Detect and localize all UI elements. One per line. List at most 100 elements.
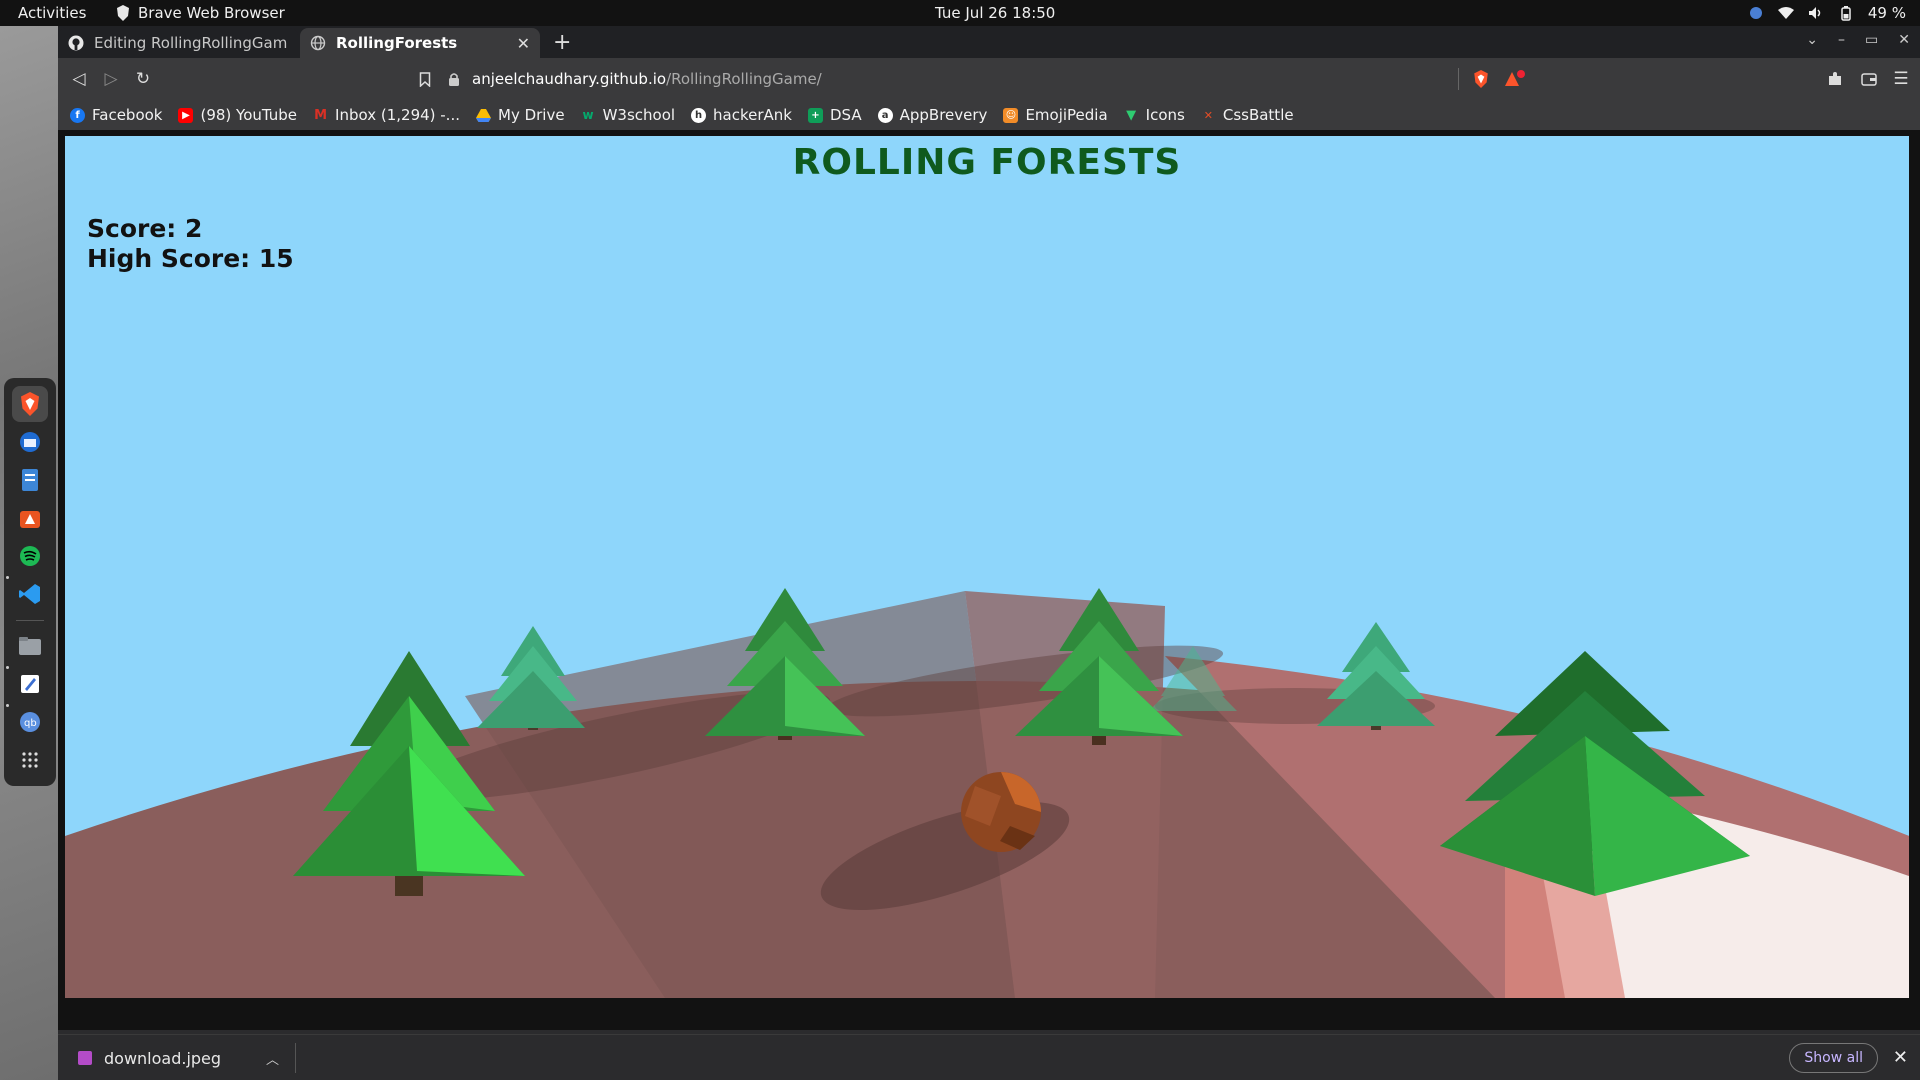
dock-running-dot — [6, 666, 9, 669]
download-filename: download.jpeg — [104, 1048, 222, 1068]
bookmark-drive[interactable]: My Drive — [476, 106, 565, 124]
cssbattle-icon: ✕ — [1203, 108, 1213, 122]
bookmark-icons[interactable]: ▼ Icons — [1124, 106, 1185, 124]
back-button[interactable]: ◁ — [68, 68, 90, 90]
tab-title: RollingForests — [336, 34, 458, 52]
wifi-icon[interactable] — [1777, 5, 1794, 21]
bookmark-label: W3school — [602, 106, 676, 124]
w3school-icon: w — [582, 108, 594, 122]
desktop-background: qb — [0, 26, 58, 1080]
drive-icon — [476, 108, 491, 122]
bookmark-label: hackerAnk — [713, 106, 792, 124]
window-controls: ⌄ – ▭ ✕ — [1806, 32, 1910, 48]
bookmark-appbrewery[interactable]: a AppBrevery — [877, 106, 987, 124]
url-path: /RollingRollingGame/ — [666, 70, 822, 88]
dock-software-icon[interactable] — [12, 500, 48, 536]
game-canvas[interactable]: ROLLING FORESTS Score: 2 High Score: 15 — [65, 136, 1909, 998]
forward-button[interactable]: ▷ — [100, 68, 122, 90]
facebook-icon: f — [70, 107, 85, 123]
github-icon — [68, 35, 84, 51]
address-bar[interactable]: anjeelchaudhary.github.io /RollingRollin… — [448, 64, 1528, 94]
globe-icon — [310, 35, 326, 51]
icons-icon: ▼ — [1126, 107, 1137, 123]
rolling-ball — [961, 772, 1041, 852]
sheets-icon: + — [808, 107, 823, 123]
battery-percent: 49 % — [1867, 4, 1906, 22]
gmail-icon: M — [314, 107, 328, 123]
dock-qbittorrent-icon[interactable]: qb — [12, 704, 48, 740]
image-file-icon — [78, 1051, 92, 1065]
dock-show-apps-icon[interactable] — [12, 742, 48, 778]
new-tab-button[interactable]: + — [553, 30, 571, 55]
tab-title: Editing RollingRollingGame/R — [94, 34, 288, 52]
score-panel: Score: 2 High Score: 15 — [87, 214, 294, 274]
bookmark-icon[interactable] — [414, 68, 436, 90]
lock-icon[interactable] — [448, 72, 460, 86]
youtube-icon: ▶ — [178, 107, 194, 123]
clock[interactable]: Tue Jul 26 18:50 — [935, 4, 1055, 22]
app-name-label: Brave Web Browser — [138, 4, 285, 22]
tab-search-chevron-icon[interactable]: ⌄ — [1806, 32, 1818, 48]
show-all-button[interactable]: Show all — [1789, 1043, 1878, 1073]
game-title: ROLLING FORESTS — [792, 142, 1182, 183]
game-scene — [65, 588, 1909, 998]
dock-thunderbird-icon[interactable] — [12, 424, 48, 460]
bookmark-w3school[interactable]: w W3school — [581, 106, 676, 124]
system-top-bar: Activities Brave Web Browser Tue Jul 26 … — [0, 0, 1920, 26]
dock-files-icon[interactable] — [12, 628, 48, 664]
bookmark-facebook[interactable]: f Facebook — [70, 106, 162, 124]
bookmark-label: EmojiPedia — [1025, 106, 1108, 124]
svg-text:qb: qb — [24, 718, 37, 729]
tab-rolling-forests[interactable]: RollingForests ✕ — [300, 28, 540, 58]
qbittorrent-tray-icon[interactable] — [1748, 5, 1764, 21]
bookmarks-bar: f Facebook ▶ (98) YouTube M Inbox (1,294) -… — [58, 100, 1920, 130]
menu-icon[interactable]: ☰ — [1890, 68, 1912, 90]
brave-shields-icon[interactable] — [1470, 68, 1492, 90]
tree-back-right — [1317, 622, 1435, 730]
system-tray[interactable]: 49 % — [1748, 4, 1906, 22]
brave-rewards-icon[interactable] — [1504, 68, 1526, 90]
dock-vscode-icon[interactable] — [12, 576, 48, 612]
close-window-button[interactable]: ✕ — [1898, 32, 1910, 48]
dock: qb — [4, 378, 56, 786]
dock-writer-icon[interactable] — [12, 462, 48, 498]
activities-button[interactable]: Activities — [18, 4, 86, 22]
appbrewery-icon: a — [877, 107, 893, 123]
bookmark-cssbattle[interactable]: ✕ CssBattle — [1201, 106, 1294, 124]
bookmark-hackerrank[interactable]: h hackerAnk — [691, 106, 792, 124]
tab-editing-rolling-game[interactable]: Editing RollingRollingGame/R — [58, 28, 298, 58]
volume-icon[interactable] — [1808, 5, 1824, 21]
app-menu[interactable]: Brave Web Browser — [116, 4, 285, 22]
bookmark-youtube[interactable]: ▶ (98) YouTube — [178, 106, 297, 124]
wallet-icon[interactable] — [1858, 68, 1880, 90]
bookmark-label: CssBattle — [1222, 106, 1294, 124]
reload-button[interactable]: ↻ — [132, 68, 154, 90]
bookmark-label: Facebook — [92, 106, 163, 124]
bookmark-label: My Drive — [498, 106, 565, 124]
bookmark-dsa[interactable]: + DSA — [808, 106, 862, 124]
bookmark-emojipedia[interactable]: ☺ EmojiPedia — [1003, 106, 1108, 124]
tab-close-icon[interactable]: ✕ — [517, 34, 530, 53]
dock-brave-icon[interactable] — [12, 386, 48, 422]
chevron-up-icon[interactable]: ︿ — [266, 1049, 279, 1068]
bookmark-label: DSA — [830, 106, 862, 124]
extensions-icon[interactable] — [1824, 68, 1846, 90]
dock-spotify-icon[interactable] — [12, 538, 48, 574]
high-score-label: High Score: 15 — [87, 244, 294, 273]
tab-strip: Editing RollingRollingGame/R RollingFore… — [58, 26, 1920, 58]
download-item[interactable]: download.jpeg ︿ — [78, 1043, 296, 1073]
downloads-bar: download.jpeg ︿ Show all ✕ — [58, 1034, 1920, 1080]
close-downloads-icon[interactable]: ✕ — [1893, 1047, 1908, 1068]
page-viewport: ROLLING FORESTS Score: 2 High Score: 15 — [58, 130, 1920, 1030]
bookmark-label: Inbox (1,294) -... — [335, 106, 460, 124]
dock-text-editor-icon[interactable] — [12, 666, 48, 702]
battery-icon[interactable] — [1838, 5, 1854, 21]
minimize-button[interactable]: – — [1838, 32, 1845, 48]
dock-running-dot — [6, 576, 9, 579]
bookmark-label: Icons — [1145, 106, 1185, 124]
bookmark-gmail[interactable]: M Inbox (1,294) -... — [313, 106, 460, 124]
emojipedia-icon: ☺ — [1003, 107, 1019, 123]
bookmark-label: (98) YouTube — [200, 106, 298, 124]
maximize-button[interactable]: ▭ — [1865, 32, 1878, 48]
hackerrank-icon: h — [691, 107, 707, 123]
